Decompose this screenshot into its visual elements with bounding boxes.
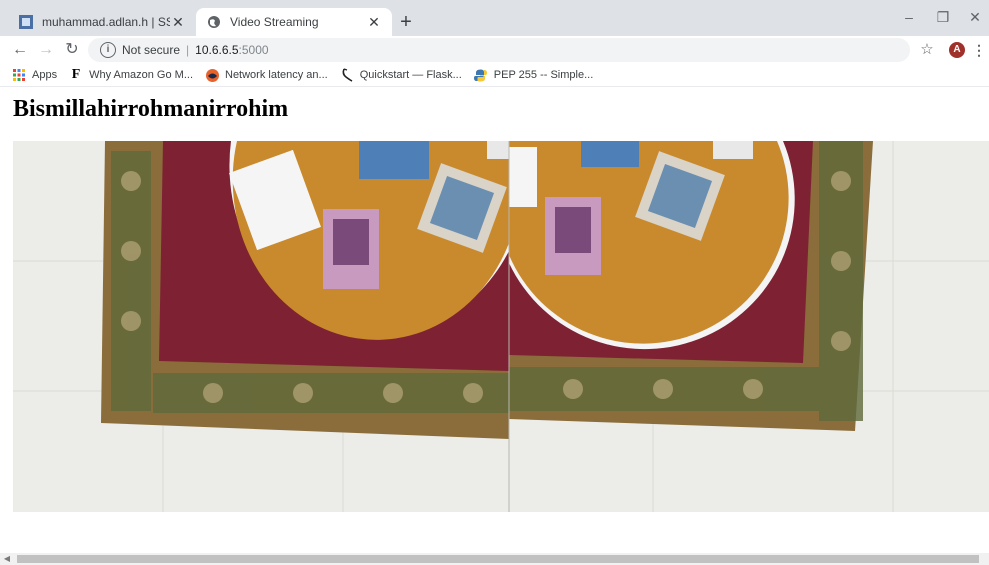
reload-icon[interactable]: ↻: [62, 40, 82, 60]
separator: |: [186, 43, 190, 57]
apps-grid-icon: [12, 68, 26, 82]
close-icon[interactable]: ✕: [170, 14, 186, 31]
scroll-left-arrow-icon[interactable]: ◀: [2, 553, 12, 565]
security-label: Not secure: [122, 43, 181, 57]
flask-icon: [340, 68, 354, 82]
restore-icon[interactable]: ❐: [928, 6, 958, 28]
profile-avatar[interactable]: A: [949, 42, 965, 58]
python-icon: [474, 68, 488, 82]
bookmarks-bar: Apps F Why Amazon Go M... Network latenc…: [0, 64, 989, 87]
forward-arrow-icon[interactable]: →: [36, 40, 56, 60]
bookmark-flask[interactable]: Quickstart — Flask...: [340, 68, 462, 82]
tab-sso-status[interactable]: muhammad.adlan.h | SSO Status ✕: [8, 8, 196, 36]
new-tab-button[interactable]: +: [396, 12, 416, 32]
tab-title: muhammad.adlan.h | SSO Status: [42, 15, 170, 29]
bookmark-label: Why Amazon Go M...: [89, 69, 193, 81]
tab-video-streaming[interactable]: Video Streaming ✕: [196, 8, 392, 36]
info-icon[interactable]: i: [100, 42, 116, 58]
bookmark-label: PEP 255 -- Simple...: [493, 69, 594, 81]
bookmark-star-icon[interactable]: ☆: [918, 40, 936, 60]
horizontal-scrollbar[interactable]: ◀: [0, 553, 989, 565]
address-bar[interactable]: i Not secure | 10.6.6.5:5000: [88, 38, 910, 62]
window-close-icon[interactable]: ✕: [960, 6, 989, 28]
kebab-menu-icon[interactable]: ⋮: [972, 40, 986, 60]
bookmark-network-latency[interactable]: Network latency an...: [205, 68, 328, 82]
url-port: :5000: [238, 43, 269, 57]
minimize-icon[interactable]: –: [894, 6, 924, 28]
bookmark-pep-255[interactable]: PEP 255 -- Simple...: [474, 68, 593, 82]
browser-toolbar: ← → ↻ i Not secure | 10.6.6.5:5000 ☆ A ⋮: [0, 36, 989, 64]
bookmark-label: Network latency an...: [225, 69, 328, 81]
close-icon[interactable]: ✕: [366, 14, 382, 31]
url-host: 10.6.6.5: [195, 43, 239, 57]
video-stream: [13, 141, 989, 512]
scrollbar-thumb[interactable]: [17, 555, 979, 563]
sso-favicon-icon: [18, 14, 34, 30]
tab-title: Video Streaming: [230, 15, 319, 29]
bookmark-label: Quickstart — Flask...: [359, 69, 462, 81]
page-title: Bismillahirrohmanirrohim: [13, 96, 289, 122]
globe-icon: [206, 14, 222, 30]
bookmark-apps[interactable]: Apps: [12, 68, 57, 82]
bookmark-amazon-go[interactable]: F Why Amazon Go M...: [69, 67, 193, 82]
f-logo-icon: F: [71, 67, 81, 82]
tab-strip: muhammad.adlan.h | SSO Status ✕ Video St…: [0, 0, 989, 36]
network-icon: [205, 68, 219, 82]
bookmark-label: Apps: [32, 69, 58, 81]
back-arrow-icon[interactable]: ←: [10, 40, 30, 60]
